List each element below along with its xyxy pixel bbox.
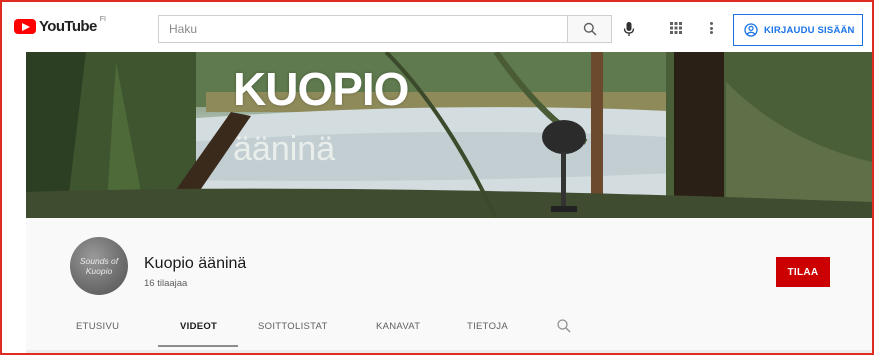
tab-videos[interactable]: VIDEOT [180,321,217,332]
subscriber-count: 16 tilaajaa [144,278,188,289]
avatar-text: Sounds of Kuopio [79,256,119,276]
search-box [158,15,568,43]
channel-search-icon[interactable] [556,318,572,334]
banner-subtitle: ääninä [233,130,336,168]
tab-home[interactable]: ETUSIVU [76,321,119,332]
tab-about[interactable]: TIETOJA [467,321,508,332]
active-tab-indicator [158,345,238,347]
account-circle-icon [744,23,758,37]
search-icon [583,22,597,36]
channel-banner: KUOPIO ääninä [26,52,872,218]
microphone-icon [623,22,635,36]
logo-text: YouTube [39,18,97,35]
channel-header: Sounds of Kuopio Kuopio ääninä 16 tilaaj… [26,218,872,350]
banner-title: KUOPIO [233,63,409,115]
channel-name: Kuopio ääninä [144,255,247,272]
more-vertical-icon [709,26,713,30]
logo-country-code: FI [99,16,106,23]
settings-menu-button[interactable] [706,20,716,36]
banner-lake-scene [26,52,872,218]
channel-tabs: ETUSIVU VIDEOT SOITTOLISTAT KANAVAT TIET… [26,310,872,348]
search-button[interactable] [568,15,612,43]
masthead: YouTube FI KIRJAUD [2,2,872,52]
more-vertical-icon [709,22,713,25]
sign-in-label: KIRJAUDU SISÄÄN [764,24,855,36]
search-input[interactable] [159,16,567,42]
tab-channels[interactable]: KANAVAT [376,321,420,332]
voice-search-button[interactable] [619,19,639,39]
apps-grid-icon [670,22,682,34]
channel-avatar[interactable]: Sounds of Kuopio [70,237,128,295]
sign-in-button[interactable]: KIRJAUDU SISÄÄN [733,14,863,46]
youtube-play-icon [14,19,36,34]
more-vertical-icon [709,31,713,34]
tab-playlists[interactable]: SOITTOLISTAT [258,321,328,332]
subscribe-button[interactable]: TILAA [776,257,830,287]
youtube-logo[interactable]: YouTube FI [14,16,106,35]
content-divider [26,350,872,353]
apps-button[interactable] [668,20,684,36]
